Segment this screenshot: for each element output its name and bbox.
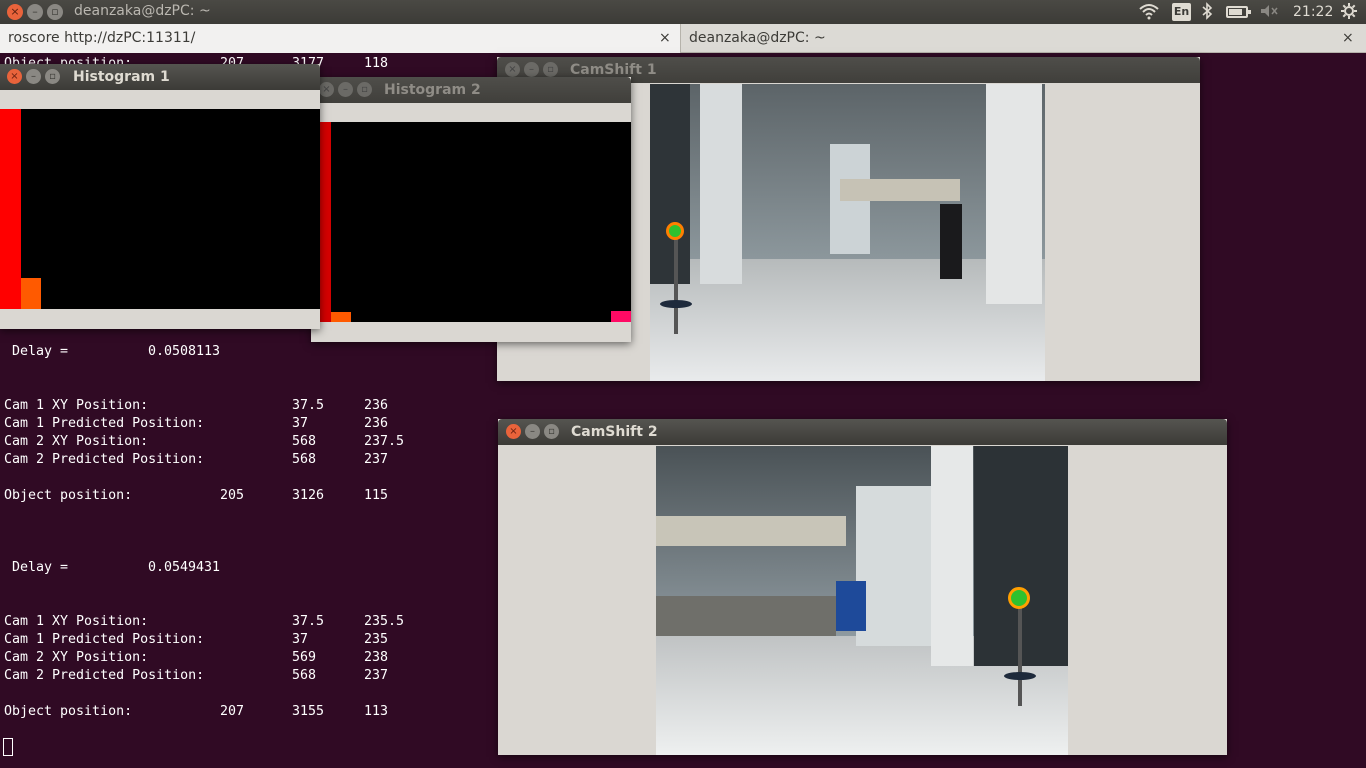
clock[interactable]: 21:22 — [1293, 4, 1333, 20]
window-title: Histogram 1 — [73, 69, 170, 85]
terminal-line: Cam 1 Predicted Position: 37 236 — [4, 416, 389, 431]
tab-label: deanzaka@dzPC: ~ — [689, 30, 826, 46]
volume-muted-icon[interactable] — [1259, 2, 1279, 24]
minimize-window-icon[interactable]: – — [524, 62, 539, 77]
active-window-title: deanzaka@dzPC: ~ — [74, 3, 211, 19]
maximize-window-icon[interactable]: ▫ — [45, 69, 60, 84]
histogram2-window[interactable]: × – ▫ Histogram 2 — [311, 77, 631, 342]
tab-roscore[interactable]: roscore http://dzPC:11311/ — [0, 24, 680, 53]
histogram-bar — [0, 109, 21, 309]
close-window-icon[interactable]: × — [319, 82, 334, 97]
histogram1-titlebar[interactable]: × – ▫ Histogram 1 — [0, 64, 320, 90]
histogram-bar — [21, 278, 41, 309]
close-window-icon[interactable]: × — [7, 69, 22, 84]
minimize-window-icon[interactable]: – — [525, 424, 540, 439]
camera-feed-1 — [650, 84, 1045, 381]
terminal-line-delay: Delay = 0.0549431 — [4, 560, 221, 575]
terminal-line: Cam 1 XY Position: 37.5 235.5 — [4, 614, 405, 629]
minimize-window-icon[interactable]: – — [26, 69, 41, 84]
camshift2-window[interactable]: × – ▫ CamShift 2 — [498, 419, 1227, 755]
histogram1-canvas — [0, 109, 320, 309]
window-title: CamShift 2 — [571, 424, 658, 440]
terminal-line: Cam 1 Predicted Position: 37 235 — [4, 632, 389, 647]
maximize-window-icon[interactable]: ▫ — [543, 62, 558, 77]
top-panel: × – ▫ deanzaka@dzPC: ~ En 21:22 — [0, 0, 1366, 24]
histogram-bar — [331, 312, 351, 322]
terminal-line: Object position: 207 3155 113 — [4, 704, 389, 719]
maximize-window-icon[interactable]: ▫ — [544, 424, 559, 439]
wifi-icon[interactable] — [1138, 2, 1160, 24]
close-window-icon[interactable]: × — [7, 4, 23, 20]
settings-gear-icon[interactable] — [1340, 2, 1358, 24]
terminal-line: Object position: 205 3126 115 — [4, 488, 389, 503]
histogram-bar — [320, 122, 331, 322]
minimize-window-icon[interactable]: – — [338, 82, 353, 97]
window-title: Histogram 2 — [384, 82, 481, 98]
keyboard-layout-indicator[interactable]: En — [1172, 3, 1191, 21]
maximize-window-icon[interactable]: ▫ — [357, 82, 372, 97]
tab-label: roscore http://dzPC:11311/ — [8, 30, 196, 46]
histogram1-window[interactable]: × – ▫ Histogram 1 — [0, 64, 320, 329]
tab-close-icon[interactable]: × — [659, 30, 671, 46]
camera-feed-2 — [656, 446, 1068, 755]
terminal-line: Cam 2 XY Position: 568 237.5 — [4, 434, 405, 449]
tab-terminal-home[interactable]: deanzaka@dzPC: ~ — [681, 24, 1366, 53]
bluetooth-icon[interactable] — [1201, 2, 1213, 24]
terminal-cursor — [3, 738, 13, 756]
terminal-line: Cam 2 Predicted Position: 568 237 — [4, 668, 389, 683]
terminal-line: Cam 2 Predicted Position: 568 237 — [4, 452, 389, 467]
terminal-line: Cam 1 XY Position: 37.5 236 — [4, 398, 389, 413]
terminal-tab-bar: roscore http://dzPC:11311/ × deanzaka@dz… — [0, 24, 1366, 53]
terminal-line-delay: Delay = 0.0508113 — [4, 344, 221, 359]
terminal-line: Cam 2 XY Position: 569 238 — [4, 650, 389, 665]
histogram2-titlebar[interactable]: × – ▫ Histogram 2 — [311, 77, 631, 103]
close-window-icon[interactable]: × — [506, 424, 521, 439]
tab-close-icon[interactable]: × — [1342, 30, 1354, 46]
histogram2-canvas — [320, 122, 631, 322]
window-title: CamShift 1 — [570, 62, 657, 78]
histogram-bar — [611, 311, 631, 322]
minimize-window-icon[interactable]: – — [27, 4, 43, 20]
restore-window-icon[interactable]: ▫ — [47, 4, 63, 20]
battery-icon[interactable] — [1226, 6, 1251, 18]
camshift2-titlebar[interactable]: × – ▫ CamShift 2 — [498, 419, 1227, 445]
close-window-icon[interactable]: × — [505, 62, 520, 77]
battery-level — [1229, 9, 1242, 15]
